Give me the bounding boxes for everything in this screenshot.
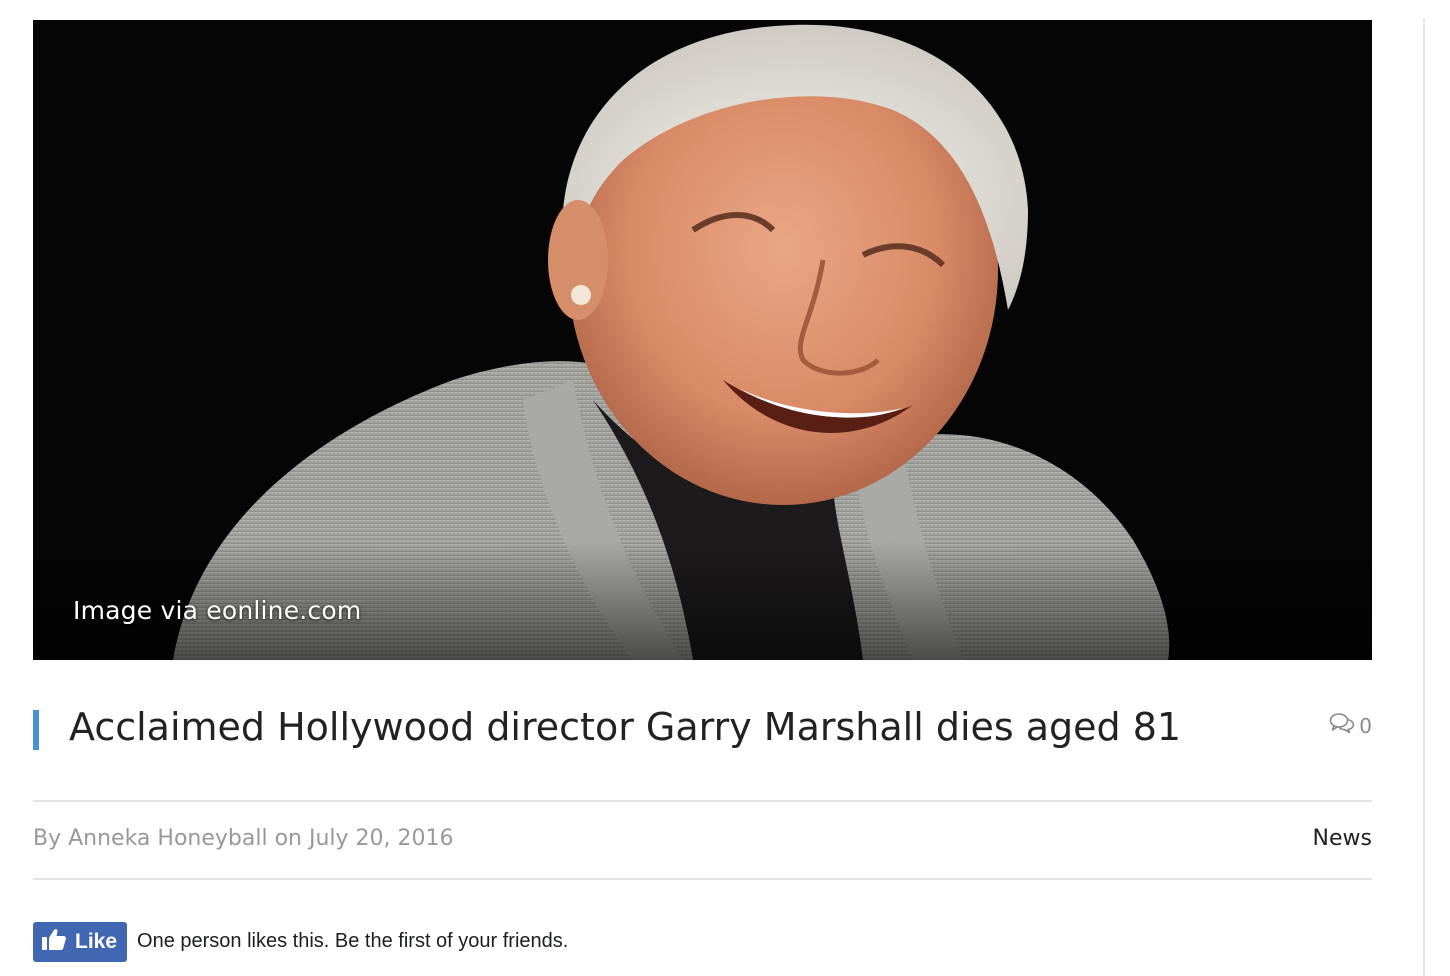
sidebar-divider — [1423, 18, 1425, 976]
author-link[interactable]: Anneka Honeyball — [68, 826, 267, 851]
article-page: Image via eonline.com Acclaimed Hollywoo… — [0, 0, 1450, 976]
title-accent-bar — [33, 710, 39, 750]
comments-icon — [1329, 712, 1355, 739]
article-header: Acclaimed Hollywood director Garry Marsh… — [33, 700, 1372, 754]
divider-bottom — [33, 878, 1372, 880]
article-meta: By Anneka Honeyball on July 20, 2016 New… — [33, 822, 1372, 856]
featured-image: Image via eonline.com — [33, 20, 1372, 660]
social-context-text: One person likes this. Be the first of y… — [137, 930, 569, 952]
byline-prefix: By — [33, 826, 69, 851]
comment-count-link[interactable]: 0 — [1329, 712, 1372, 739]
publish-date: July 20, 2016 — [308, 826, 454, 851]
like-label: Like — [75, 929, 118, 953]
facebook-like-button[interactable]: Like — [33, 921, 128, 962]
facebook-like-widget: Like One person likes this. Be the first… — [33, 921, 568, 962]
divider-top — [33, 800, 1372, 802]
thumbs-up-icon — [41, 927, 67, 957]
comment-count: 0 — [1359, 713, 1372, 738]
portrait-photo — [33, 20, 1372, 660]
image-credit-caption: Image via eonline.com — [73, 596, 362, 625]
date-prefix: on — [267, 826, 309, 851]
article-title: Acclaimed Hollywood director Garry Marsh… — [69, 705, 1182, 749]
category-link[interactable]: News — [1313, 822, 1372, 856]
